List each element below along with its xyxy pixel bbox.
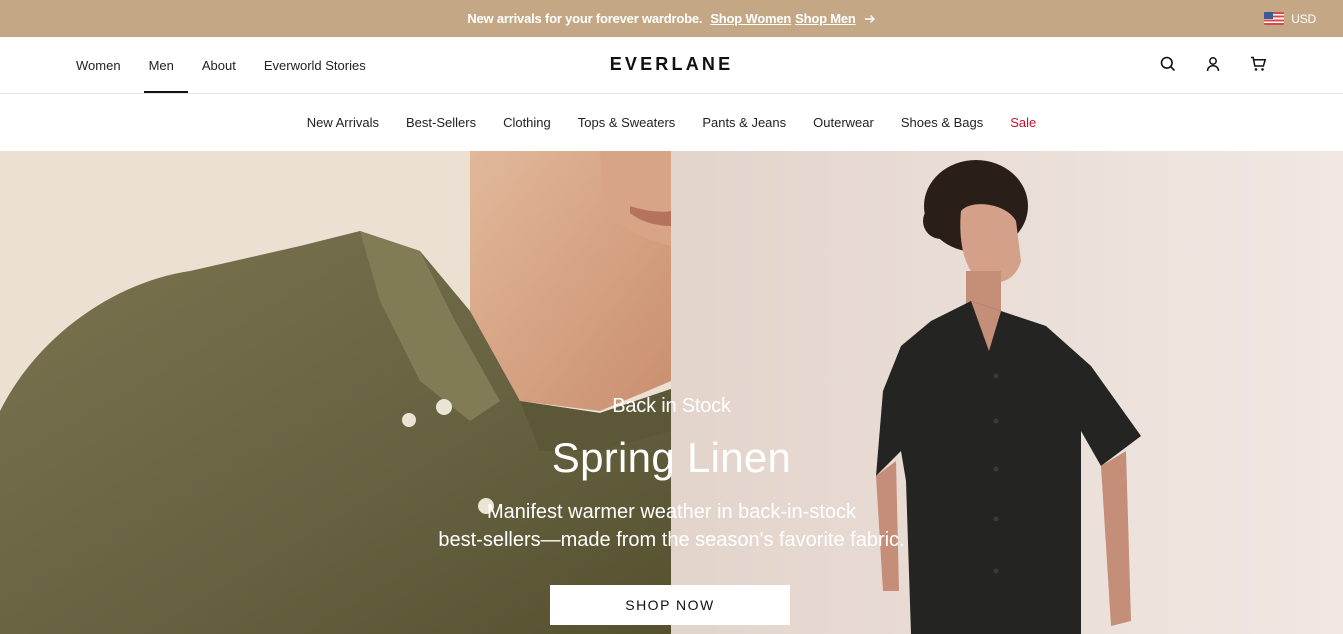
category-clothing[interactable]: Clothing xyxy=(503,115,551,130)
hero-banner[interactable]: Back in Stock Spring Linen Manifest warm… xyxy=(0,151,1343,634)
currency-selector[interactable]: USD xyxy=(1264,0,1316,37)
hero-text: Back in Stock Spring Linen Manifest warm… xyxy=(0,151,1343,634)
announcement-bar: New arrivals for your forever wardrobe. … xyxy=(0,0,1343,37)
category-sale[interactable]: Sale xyxy=(1010,115,1036,130)
category-tops-sweaters[interactable]: Tops & Sweaters xyxy=(578,115,676,130)
shop-now-button[interactable]: SHOP NOW xyxy=(550,585,790,625)
site-logo[interactable]: EVERLANE xyxy=(610,54,734,74)
category-shoes-bags[interactable]: Shoes & Bags xyxy=(901,115,983,130)
logo-container: EVERLANE xyxy=(0,54,1343,75)
category-nav: New Arrivals Best-Sellers Clothing Tops … xyxy=(0,94,1343,151)
search-icon[interactable] xyxy=(1159,54,1177,74)
us-flag-icon xyxy=(1264,12,1285,25)
shop-men-link[interactable]: Shop Men xyxy=(795,11,856,26)
site-header: Women Men About Everworld Stories EVERLA… xyxy=(0,37,1343,94)
arrow-right-icon[interactable] xyxy=(864,13,876,25)
hero-eyebrow: Back in Stock xyxy=(612,395,731,417)
header-icons xyxy=(1159,54,1267,74)
hero-description-line2: best-sellers—made from the season's favo… xyxy=(438,529,905,551)
category-pants-jeans[interactable]: Pants & Jeans xyxy=(702,115,786,130)
hero-title: Spring Linen xyxy=(551,434,792,481)
hero-description: Manifest warmer weather in back-in-stock… xyxy=(0,498,1343,554)
shop-women-link[interactable]: Shop Women xyxy=(710,11,791,26)
currency-label: USD xyxy=(1291,11,1316,26)
hero-description-line1: Manifest warmer weather in back-in-stock xyxy=(486,501,856,523)
announcement-message: New arrivals for your forever wardrobe. xyxy=(467,11,703,26)
category-best-sellers[interactable]: Best-Sellers xyxy=(406,115,476,130)
category-new-arrivals[interactable]: New Arrivals xyxy=(307,115,379,130)
cart-icon[interactable] xyxy=(1249,54,1267,74)
category-outerwear[interactable]: Outerwear xyxy=(813,115,874,130)
account-icon[interactable] xyxy=(1204,54,1222,74)
